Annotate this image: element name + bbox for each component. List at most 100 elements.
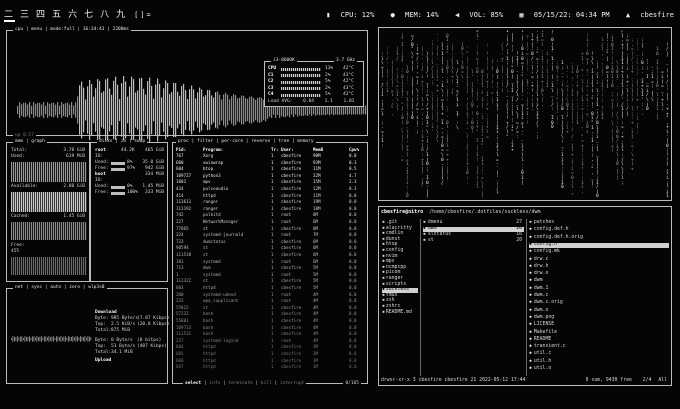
ranger-file-item[interactable]: ◆ transient.c bbox=[529, 344, 669, 350]
tab-percore[interactable]: per-core bbox=[221, 139, 243, 144]
ranger-file-item[interactable]: ◆ README bbox=[529, 337, 669, 343]
tab-tree[interactable]: tree bbox=[278, 139, 289, 144]
ranger-file-item[interactable]: ◆ config.mk bbox=[529, 249, 669, 255]
tab-zero[interactable]: zero bbox=[69, 285, 80, 290]
proc-pid: 680 bbox=[176, 159, 184, 165]
tab-2200ms[interactable]: 2200ms bbox=[113, 27, 129, 32]
ranger-dir-item[interactable]: ▪ slstatus 16 bbox=[423, 232, 524, 238]
proc-header-pid[interactable]: Pid: bbox=[176, 147, 186, 152]
proc-prog: httpd bbox=[203, 285, 216, 290]
ranger-parent-name: config bbox=[385, 248, 404, 253]
proc-mem: 6M bbox=[313, 252, 319, 257]
ranger-dir-item[interactable]: ▪ dmenu 27 bbox=[423, 220, 524, 226]
proc-header-cpu[interactable]: Cpu% bbox=[349, 147, 359, 152]
cpu-frequency: 3.7 GHz bbox=[336, 58, 355, 63]
ranger-file-item[interactable]: ◆ LICENSE bbox=[529, 322, 669, 328]
ranger-file-item[interactable]: ◆ util.h bbox=[529, 359, 669, 365]
ranger-file-item[interactable]: ◆ util.o bbox=[529, 366, 669, 372]
workspace-tag-7[interactable]: 八 bbox=[100, 10, 111, 20]
tab-auto[interactable]: auto bbox=[50, 285, 61, 290]
tab-proc[interactable]: proc bbox=[178, 139, 189, 144]
cpu-box-tabs: cpu | menu | mode:full | 16:34:43 | 2200… bbox=[13, 27, 131, 33]
tab-wlp3s0[interactable]: wlp3s0 bbox=[88, 285, 104, 290]
proc-row[interactable]: 607 httpd 1 cbesfire 3M 0.0 bbox=[173, 364, 367, 371]
workspace-tag-5[interactable]: 六 bbox=[68, 10, 79, 20]
ranger-file-item[interactable]: ◆ dwm.o bbox=[529, 308, 669, 314]
layout-indicator[interactable]: []= bbox=[134, 11, 153, 19]
folder-icon: ▪ bbox=[382, 242, 385, 248]
ranger-file-item[interactable]: ◆ drw.c bbox=[529, 257, 669, 263]
matrix-column: : ! / - ` [ ! ; \ 1 - bbox=[386, 47, 389, 99]
ranger-dir-item[interactable]: ▪ st 20 bbox=[423, 238, 524, 244]
tab-sync[interactable]: sync bbox=[31, 285, 42, 290]
proc-cpu: 0.5 bbox=[349, 166, 357, 172]
ranger-file-item[interactable]: ◆ dwm.png bbox=[529, 315, 669, 321]
matrix-column: l . / \ I : = / 1 i ` 1 ' : \ bbox=[456, 61, 459, 131]
tab-menu[interactable]: menu bbox=[31, 27, 42, 32]
tab-reverse[interactable]: reverse bbox=[251, 139, 270, 144]
ranger-file-item[interactable]: ▪ patches bbox=[529, 220, 669, 226]
cpu-graph-bar bbox=[223, 94, 225, 126]
net-row-label: Byte: bbox=[95, 316, 109, 321]
cpu-core-temp: 43°C bbox=[343, 72, 354, 78]
proc-tr: 1 bbox=[271, 212, 274, 218]
proc-header-tr[interactable]: Tr: bbox=[271, 147, 279, 152]
ranger-file-item[interactable]: ◆ dwm.c bbox=[529, 293, 669, 299]
tab-modefull[interactable]: mode:full bbox=[50, 27, 74, 32]
ranger-file-item[interactable]: ◆ util.c bbox=[529, 351, 669, 357]
cpu-graph-bar bbox=[193, 89, 195, 131]
proc-header-program[interactable]: Program: bbox=[203, 147, 223, 152]
tab-cpu[interactable]: cpu bbox=[15, 27, 23, 32]
proc-header-user[interactable]: User: bbox=[281, 147, 294, 152]
ranger-file-item[interactable]: ◆ drw.o bbox=[529, 271, 669, 277]
proc-user: cbesfire bbox=[281, 311, 302, 317]
ranger-file-item[interactable]: ◆ config.def.h.orig bbox=[529, 235, 669, 241]
folder-icon: ▪ bbox=[382, 225, 385, 231]
proc-user: cbesfire bbox=[281, 172, 302, 178]
cpu-core-label: C4 bbox=[268, 92, 274, 97]
tab-163443[interactable]: 16:34:43 bbox=[83, 27, 105, 32]
matrix-column: ' : . ( ( - _ : ) l " + + . ) | ; ) | " … bbox=[436, 33, 439, 145]
tab-filter[interactable]: filter bbox=[197, 139, 213, 144]
workspace-tag-4[interactable]: 五 bbox=[52, 10, 63, 20]
proc-pid: 227 bbox=[176, 219, 184, 224]
cpu-box: cpu | menu | mode:full | 16:34:43 | 2200… bbox=[6, 27, 368, 144]
proc-tr: 1 bbox=[271, 225, 274, 231]
workspace-tag-1[interactable]: 二 bbox=[4, 10, 16, 22]
proc-user: cbesfire bbox=[281, 364, 302, 370]
workspace-tag-3[interactable]: 四 bbox=[36, 10, 47, 20]
cpu-graph-bar bbox=[173, 82, 175, 138]
proc-cpu: 4.7 bbox=[349, 172, 357, 178]
workspace-tag-8[interactable]: 九 bbox=[116, 10, 127, 20]
proc-action-info[interactable]: info bbox=[209, 381, 220, 386]
ranger-parent-item[interactable]: ▪README.md bbox=[382, 310, 418, 316]
ranger-file-item[interactable]: ◆ dwm.c.orig bbox=[529, 300, 669, 306]
tab-memory[interactable]: memory bbox=[297, 139, 313, 144]
ranger-file-item[interactable]: ◆ dwm.1 bbox=[529, 286, 669, 292]
proc-pid: 113611 bbox=[176, 199, 192, 205]
cpu-graph-bar bbox=[33, 102, 35, 118]
workspace-tag-6[interactable]: 七 bbox=[84, 10, 95, 20]
proc-prog: systemd bbox=[203, 258, 221, 264]
cpu-graph-bar bbox=[205, 95, 207, 125]
proc-user: root bbox=[281, 291, 292, 297]
proc-prog: st bbox=[203, 245, 209, 251]
workspace-tag-2[interactable]: 三 bbox=[20, 10, 31, 20]
proc-action-terminate[interactable]: terminate bbox=[228, 381, 252, 386]
ranger-file-item[interactable]: ◆ dwm bbox=[529, 278, 669, 284]
proc-cpu: 0.0 bbox=[349, 271, 357, 277]
ranger-file-item[interactable]: ◆ drw.h bbox=[529, 264, 669, 270]
proc-prog: bash bbox=[203, 311, 214, 317]
proc-action-select[interactable]: select bbox=[185, 381, 201, 386]
proc-prog: httpd bbox=[203, 344, 216, 350]
tab-net[interactable]: net bbox=[15, 285, 23, 290]
proc-header-memb[interactable]: MemB bbox=[313, 147, 323, 152]
cpu-icon: ▮ bbox=[326, 11, 331, 19]
proc-action-kill[interactable]: kill bbox=[261, 381, 272, 386]
cpu-graph-bar bbox=[31, 105, 33, 115]
net-graph-bar bbox=[80, 336, 81, 342]
ranger-file-item[interactable]: ◆ Makefile bbox=[529, 330, 669, 336]
ranger-file-item[interactable]: ◆ config.def.h bbox=[529, 227, 669, 233]
proc-action-interrupt[interactable]: interrupt bbox=[280, 381, 304, 386]
ranger-file-item[interactable]: ◆ config.h bbox=[529, 242, 669, 248]
